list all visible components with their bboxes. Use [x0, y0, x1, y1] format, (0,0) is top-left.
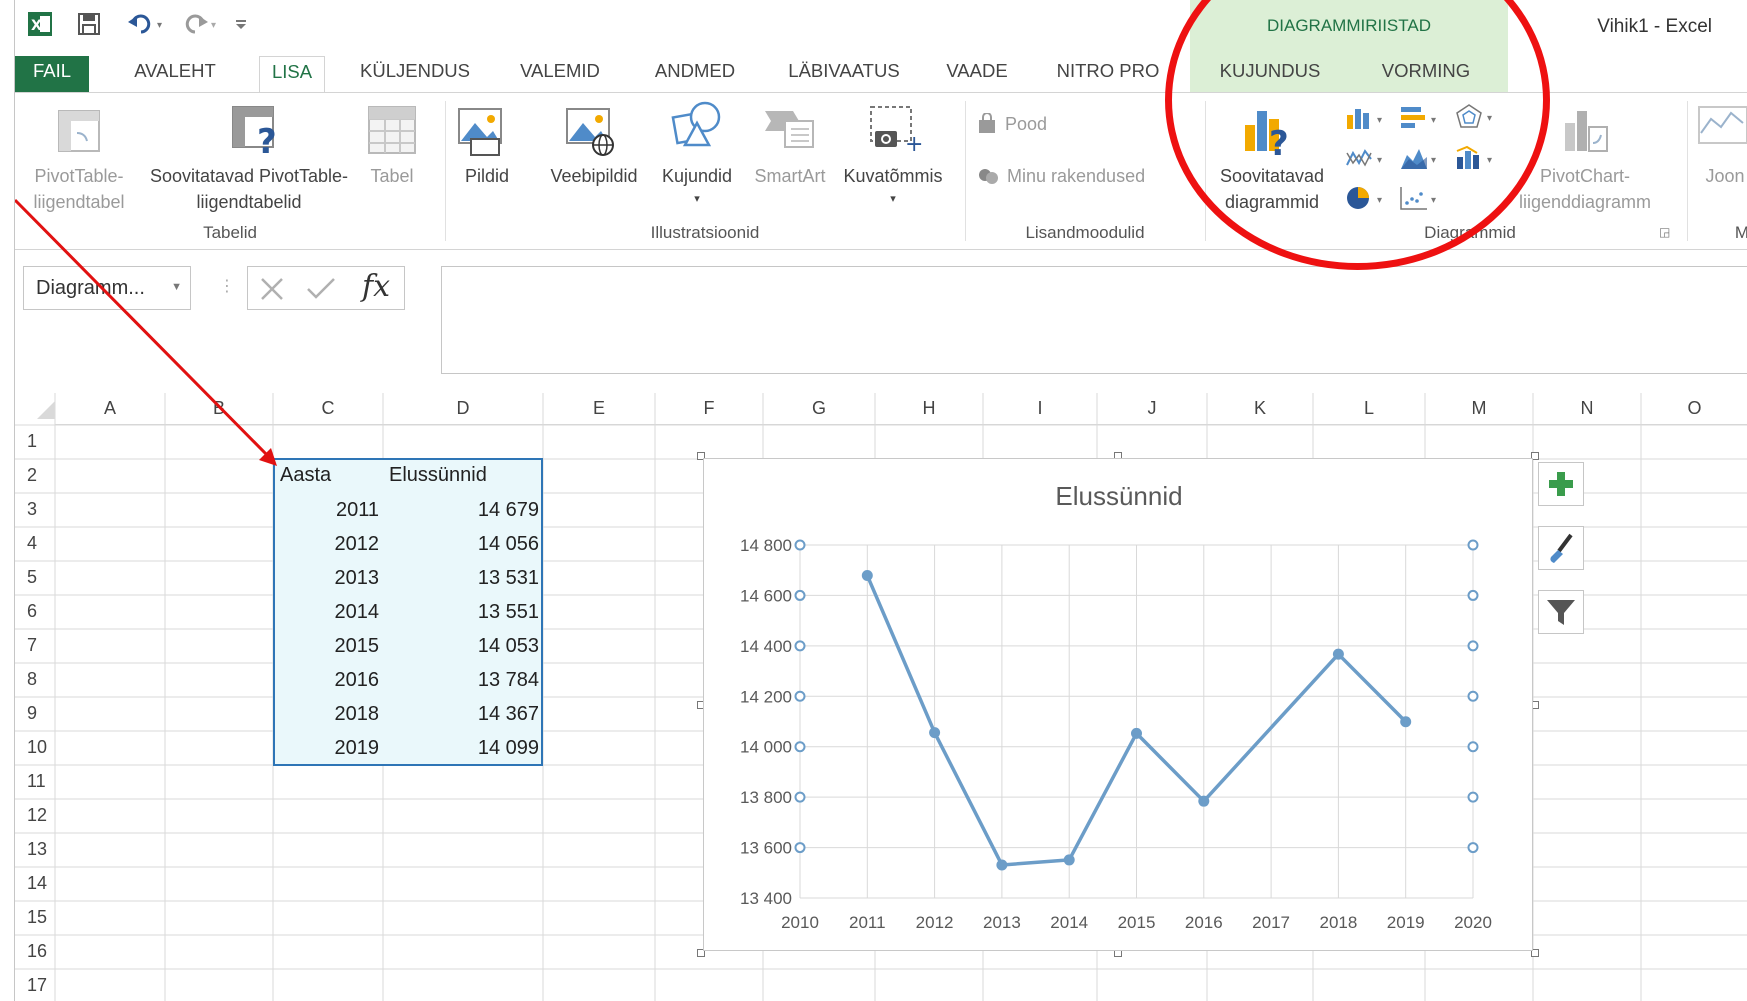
x-tick-label: 2018: [1319, 913, 1357, 932]
x-tick-label: 2011: [849, 913, 886, 932]
x-tick-label: 2017: [1252, 913, 1290, 932]
x-tick-label: 2012: [916, 913, 954, 932]
chart-plot: Elussünnid 13 400 13 600 13 800 14 000 14 200…: [740, 481, 1492, 932]
chart-title[interactable]: Elussünnid: [1055, 481, 1182, 511]
data-point[interactable]: [861, 570, 873, 582]
axis-selection-marker: [794, 791, 806, 803]
data-point[interactable]: [1400, 716, 1412, 728]
axis-selection-marker: [1467, 589, 1479, 601]
table-cell-year[interactable]: 2014: [273, 601, 383, 624]
axis-selection-marker: [794, 539, 806, 551]
y-tick-label: 14 400: [740, 637, 792, 656]
excel-window: X ▾ ▾ Vihik1 - Excel DIAGRAMMIRIISTAD FA…: [14, 0, 1747, 1001]
data-point[interactable]: [996, 859, 1008, 871]
table-cell-births[interactable]: 14 053: [383, 635, 543, 658]
plus-icon: [1549, 472, 1573, 496]
axis-selection-marker: [1467, 791, 1479, 803]
data-point[interactable]: [1198, 795, 1210, 807]
table-cell-births[interactable]: 14 056: [383, 533, 543, 556]
x-tick-label: 2014: [1050, 913, 1088, 932]
x-tick-label: 2016: [1185, 913, 1223, 932]
axis-selection-marker: [1467, 539, 1479, 551]
table-header-births[interactable]: Elussünnid: [389, 464, 487, 487]
axis-selection-marker: [794, 690, 806, 702]
table-cell-year[interactable]: 2012: [273, 533, 383, 556]
axis-selection-marker: [794, 589, 806, 601]
axis-selection-marker: [1467, 842, 1479, 854]
chart-styles-button[interactable]: [1538, 526, 1584, 570]
table-cell-births[interactable]: 14 099: [383, 737, 543, 760]
y-tick-label: 13 800: [740, 788, 792, 807]
table-cell-year[interactable]: 2016: [273, 669, 383, 692]
table-cell-births[interactable]: 13 531: [383, 567, 543, 590]
filter-icon: [1547, 600, 1575, 625]
table-cell-births[interactable]: 14 367: [383, 703, 543, 726]
x-tick-label: 2019: [1387, 913, 1425, 932]
y-tick-label: 13 400: [740, 889, 792, 908]
table-cell-births[interactable]: 14 679: [383, 499, 543, 522]
axis-selection-marker: [794, 741, 806, 753]
chart-elements-button[interactable]: [1538, 462, 1584, 506]
table-cell-year[interactable]: 2018: [273, 703, 383, 726]
data-point[interactable]: [1063, 854, 1075, 866]
y-tick-label: 14 000: [740, 738, 792, 757]
table-cell-year[interactable]: 2019: [273, 737, 383, 760]
x-tick-label: 2010: [781, 913, 819, 932]
axis-selection-marker: [794, 842, 806, 854]
table-cell-year[interactable]: 2013: [273, 567, 383, 590]
table-cell-year[interactable]: 2015: [273, 635, 383, 658]
table-cell-births[interactable]: 13 784: [383, 669, 543, 692]
axis-selection-marker: [1467, 640, 1479, 652]
axis-selection-marker: [1467, 741, 1479, 753]
y-tick-label: 14 800: [740, 536, 792, 555]
y-tick-label: 14 600: [740, 586, 792, 605]
x-tick-label: 2020: [1454, 913, 1492, 932]
x-tick-label: 2015: [1118, 913, 1156, 932]
x-tick-label: 2013: [983, 913, 1021, 932]
chart-filters-button[interactable]: [1538, 590, 1584, 634]
table-header-year[interactable]: Aasta: [280, 464, 331, 487]
y-tick-label: 13 600: [740, 839, 792, 858]
paintbrush-icon: [1550, 533, 1573, 563]
data-point[interactable]: [1332, 648, 1344, 660]
line-chart[interactable]: Elussünnid 13 400 13 600 13 800 14 000 14 200…: [703, 458, 1533, 951]
table-cell-year[interactable]: 2011: [273, 499, 383, 522]
axis-selection-marker: [794, 640, 806, 652]
data-point[interactable]: [1131, 727, 1142, 739]
axis-selection-marker: [1467, 690, 1479, 702]
y-tick-label: 14 200: [740, 687, 792, 706]
data-point[interactable]: [929, 727, 941, 739]
table-cell-births[interactable]: 13 551: [383, 601, 543, 624]
